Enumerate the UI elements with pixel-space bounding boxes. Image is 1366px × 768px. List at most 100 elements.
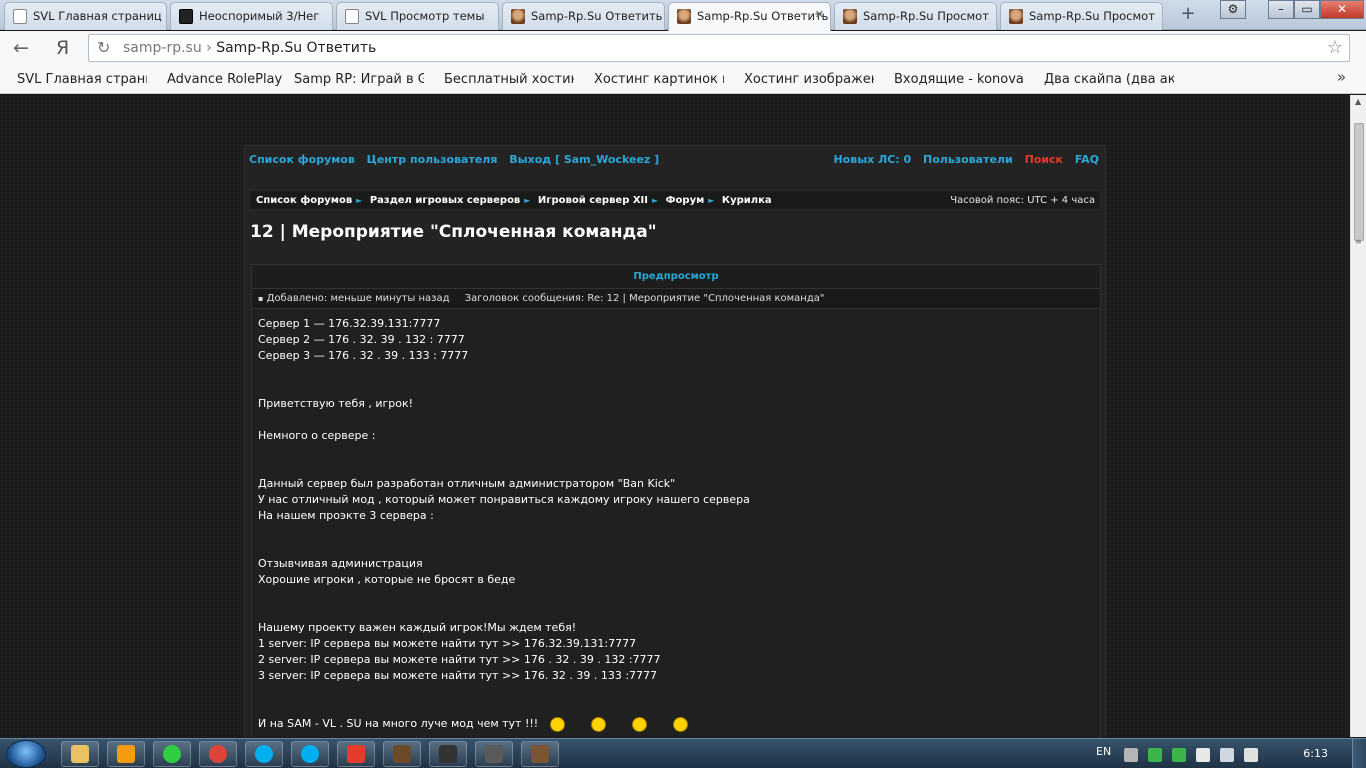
nav-search[interactable]: Поиск bbox=[1025, 153, 1063, 166]
bookmark-item[interactable]: Входящие - konovalo bbox=[894, 72, 1024, 87]
taskbar-app-button[interactable] bbox=[291, 741, 329, 767]
skype-status-icon[interactable] bbox=[1148, 748, 1162, 762]
bookmark-star-icon[interactable]: ☆ bbox=[1327, 37, 1343, 58]
new-tab-button[interactable]: + bbox=[1178, 3, 1198, 24]
taskbar-app-button[interactable] bbox=[107, 741, 145, 767]
breadcrumb-separator-icon: ► bbox=[524, 196, 531, 205]
refresh-icon[interactable]: ↻ bbox=[97, 38, 110, 57]
post-line-text: 3 server: IP сервера вы можете найти тут… bbox=[258, 669, 658, 682]
tab[interactable]: Samp-Rp.Su Ответить bbox=[502, 2, 665, 30]
post-line: И на SAM - VL . SU на много луче мод чем… bbox=[258, 716, 1100, 732]
settings-icon[interactable]: ⚙ bbox=[1220, 0, 1246, 19]
post-line-text: И на SAM - VL . SU на много луче мод чем… bbox=[258, 717, 539, 730]
address-page-title: Samp-Rp.Su Ответить bbox=[216, 40, 377, 56]
language-indicator[interactable]: EN bbox=[1096, 745, 1111, 758]
page-viewport: Список форумов Центр пользователя Выход … bbox=[0, 95, 1350, 737]
volume-icon[interactable] bbox=[1244, 748, 1258, 762]
close-tab-icon[interactable]: ✕ bbox=[815, 8, 824, 21]
maximize-button[interactable]: ▭ bbox=[1294, 0, 1320, 19]
nav-forum-list[interactable]: Список форумов bbox=[249, 153, 355, 166]
nav-private-messages[interactable]: Новых ЛС: 0 bbox=[833, 153, 911, 166]
bookmark-item[interactable]: Advance RolePlay bbox=[167, 72, 282, 87]
vertical-scrollbar[interactable]: ▲ ≡ bbox=[1350, 95, 1366, 737]
taskbar-app-button[interactable] bbox=[475, 741, 513, 767]
breadcrumb-item[interactable]: Форум bbox=[666, 195, 705, 206]
counter-icon bbox=[439, 745, 457, 763]
address-bar[interactable]: ↻ samp-rp.su › Samp-Rp.Su Ответить ☆ bbox=[88, 34, 1350, 62]
nav-logout[interactable]: Выход [ Sam_Wockeez ] bbox=[509, 153, 659, 166]
back-arrow-icon[interactable]: ← bbox=[13, 37, 29, 59]
post-line: Сервер 3 — 176 . 32 . 39 . 133 : 7777 bbox=[258, 348, 1100, 364]
taskbar-app-button[interactable] bbox=[153, 741, 191, 767]
breadcrumb-item[interactable]: Список форумов bbox=[256, 195, 352, 206]
network-icon[interactable] bbox=[1220, 748, 1234, 762]
bookmark-item[interactable]: SVL Главная страниц bbox=[17, 72, 147, 87]
post-line: У нас отличный мод , который может понра… bbox=[258, 492, 1100, 508]
media-player-icon bbox=[117, 745, 135, 763]
bookmark-item[interactable]: Бесплатный хостинг bbox=[444, 72, 574, 87]
nav-users[interactable]: Пользователи bbox=[923, 153, 1013, 166]
taskbar-app-button[interactable] bbox=[429, 741, 467, 767]
flag-icon[interactable] bbox=[1196, 748, 1210, 762]
bookmarks-bar: SVL Главная страниц Advance RolePlay Samp … bbox=[0, 65, 1366, 94]
tab[interactable]: SVL Просмотр темы bbox=[336, 2, 499, 30]
taskbar-app-button[interactable] bbox=[337, 741, 375, 767]
breadcrumb-separator-icon: ► bbox=[356, 196, 363, 205]
post-line-text: На нашем проэкте 3 сервера : bbox=[258, 509, 434, 522]
game-icon bbox=[393, 745, 411, 763]
bookmark-item[interactable]: Два скайпа (два акка bbox=[1044, 72, 1174, 87]
post-line-text: Немного о сервере : bbox=[258, 429, 376, 442]
nav-user-center[interactable]: Центр пользователя bbox=[367, 153, 498, 166]
tab[interactable]: Samp-Rp.Su Просмот bbox=[834, 2, 997, 30]
page-icon bbox=[345, 9, 359, 24]
scroll-up-arrow-icon[interactable]: ▲ bbox=[1355, 97, 1361, 106]
bookmark-item[interactable]: Хостинг картинок и bbox=[594, 72, 724, 87]
gta-icon bbox=[531, 745, 549, 763]
clock[interactable]: 6:13 bbox=[1303, 747, 1328, 760]
post-line: 2 server: IP сервера вы можете найти тут… bbox=[258, 652, 1100, 668]
samp-icon bbox=[677, 9, 691, 24]
post-line-text: Отзывчивая администрация bbox=[258, 557, 423, 570]
taskbar-app-button[interactable] bbox=[61, 741, 99, 767]
breadcrumb-item[interactable]: Курилка bbox=[722, 195, 772, 206]
breadcrumb-item[interactable]: Раздел игровых серверов bbox=[370, 195, 520, 206]
tab[interactable]: Samp-Rp.Su Ответить ✕ bbox=[668, 2, 831, 31]
tray-arrow-icon[interactable] bbox=[1124, 748, 1138, 762]
checkmark-icon[interactable] bbox=[1172, 748, 1186, 762]
post-line-text: Приветствую тебя , игрок! bbox=[258, 397, 414, 410]
yandex-icon[interactable]: Я bbox=[56, 37, 69, 59]
tab[interactable]: Неоспоримый 3/Нег bbox=[170, 2, 333, 30]
scrollbar-thumb[interactable] bbox=[1354, 123, 1364, 241]
smiley-icon bbox=[591, 716, 607, 732]
breadcrumb-item[interactable]: Игровой сервер XII bbox=[538, 195, 648, 206]
taskbar-app-button[interactable] bbox=[245, 741, 283, 767]
post-line-text: У нас отличный мод , который может понра… bbox=[258, 493, 750, 506]
post-line-text: Сервер 1 — 176.32.39.131:7777 bbox=[258, 317, 441, 330]
taskbar-app-button[interactable] bbox=[383, 741, 421, 767]
tab[interactable]: SVL Главная страниц bbox=[4, 2, 167, 30]
taskbar-app-button[interactable] bbox=[521, 741, 559, 767]
minimize-button[interactable]: – bbox=[1268, 0, 1294, 19]
taskbar-app-button[interactable] bbox=[199, 741, 237, 767]
nav-faq[interactable]: FAQ bbox=[1075, 153, 1099, 166]
browser-toolbar: ← Я ↻ samp-rp.su › Samp-Rp.Su Ответить ☆ bbox=[0, 31, 1366, 65]
bookmark-item[interactable]: Хостинг изображени bbox=[744, 72, 874, 87]
post-line-text: Данный сервер был разработан отличным ад… bbox=[258, 477, 676, 490]
start-button[interactable] bbox=[6, 740, 46, 768]
post-line: Хорошие игроки , которые не бросят в бед… bbox=[258, 572, 1100, 588]
tab[interactable]: Samp-Rp.Su Просмот bbox=[1000, 2, 1163, 30]
bookmark-item[interactable]: Samp RP: Играй в Gt bbox=[294, 72, 424, 87]
post-line: Данный сервер был разработан отличным ад… bbox=[258, 476, 1100, 492]
show-desktop-button[interactable] bbox=[1352, 739, 1366, 768]
bookmarks-overflow-button[interactable]: » bbox=[1337, 68, 1346, 86]
explorer-icon bbox=[71, 745, 89, 763]
close-window-button[interactable]: ✕ bbox=[1320, 0, 1364, 19]
skype-icon bbox=[301, 745, 319, 763]
